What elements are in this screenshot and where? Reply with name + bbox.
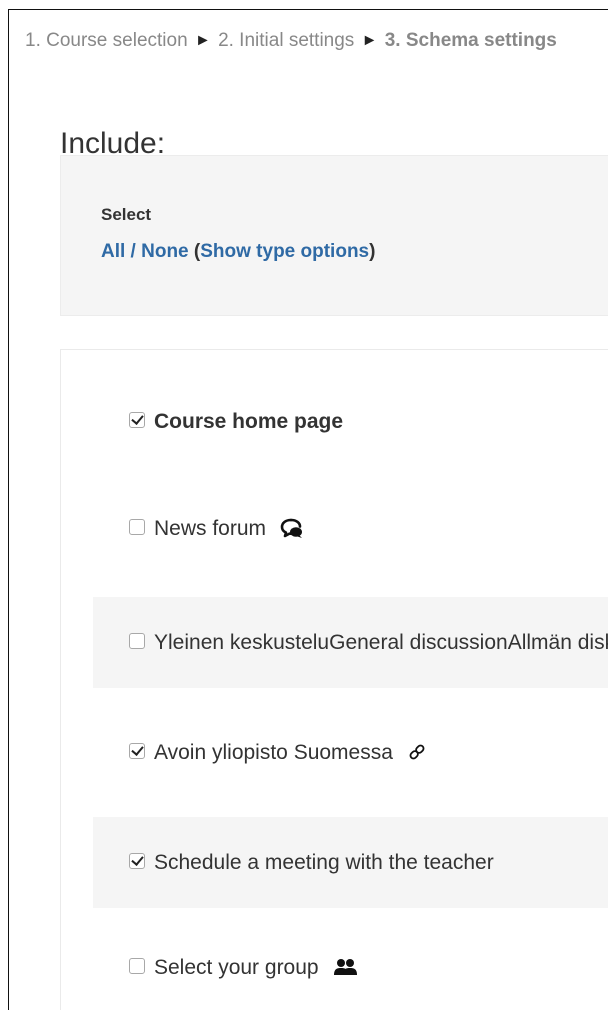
breadcrumb-step-initial-settings: 2. Initial settings [218,30,355,51]
breadcrumb-step-current: 3. Schema settings [384,30,557,51]
item-label: Select your group [154,955,319,979]
select-panel: Select All / None (Show type options) [60,155,608,316]
select-heading: Select [101,205,152,224]
group-icon [333,957,359,983]
item-label-wrap[interactable]: Avoin yliopisto Suomessa [129,707,427,798]
item-label-wrap[interactable]: Select your group [129,922,359,1010]
item-label: Course home page [154,409,344,433]
item-label: News forum [154,516,267,540]
include-checkbox[interactable] [129,852,145,869]
include-checkbox[interactable] [129,957,145,974]
forum-icon [280,517,304,545]
list-item-news-forum: News forum [93,483,608,574]
list-item-course-home-page: Course home page [93,376,608,467]
list-item-general-discussion: Yleinen keskusteluGeneral discussionAllm… [93,597,608,688]
include-checkbox[interactable] [129,742,145,759]
breadcrumb-step-course-selection: 1. Course selection [25,30,188,51]
item-label-wrap[interactable]: Yleinen keskusteluGeneral discussionAllm… [129,597,608,688]
link-icon [407,742,427,768]
include-checkbox[interactable] [129,518,145,535]
activity-list: Course home page News forum Yleinen kesk… [60,349,608,1010]
list-item-select-group: Select your group [93,922,608,1010]
item-label: Avoin yliopisto Suomessa [154,740,393,764]
select-slash: / [125,241,142,262]
breadcrumb: 1. Course selection ► 2. Initial setting… [25,30,557,52]
open-paren: ( [188,241,201,262]
item-label-wrap[interactable]: News forum [129,483,304,574]
breadcrumb-separator-icon: ► [361,32,378,49]
item-label-wrap[interactable]: Schedule a meeting with the teacher [129,817,494,908]
close-paren: ) [369,241,376,262]
page-frame: 1. Course selection ► 2. Initial setting… [8,9,608,1010]
list-item-schedule-meeting: Schedule a meeting with the teacher [93,817,608,908]
select-links: All / None (Show type options) [101,241,375,263]
select-none-link[interactable]: None [141,241,189,262]
include-checkbox[interactable] [129,411,145,428]
breadcrumb-separator-icon: ► [194,32,211,49]
item-label-wrap[interactable]: Course home page [129,376,343,467]
list-item-avoin-yliopisto: Avoin yliopisto Suomessa [93,707,608,798]
include-checkbox[interactable] [129,632,145,649]
item-label: Yleinen keskusteluGeneral discussionAllm… [154,630,608,654]
show-type-options-link[interactable]: Show type options [200,241,369,262]
item-label: Schedule a meeting with the teacher [154,850,494,874]
select-all-link[interactable]: All [101,241,125,262]
